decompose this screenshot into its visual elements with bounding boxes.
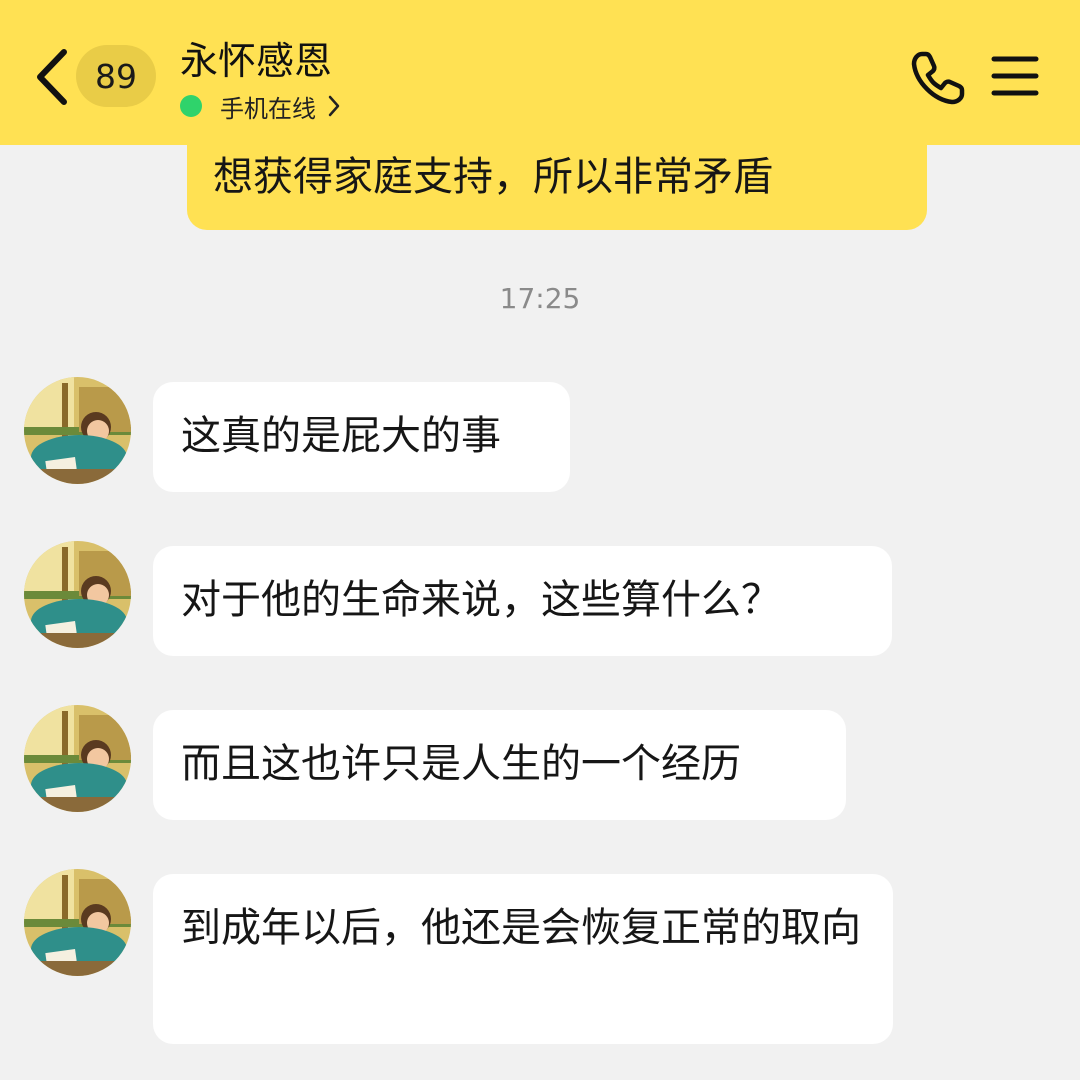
chevron-right-icon [328,95,340,117]
contact-avatar[interactable] [24,869,131,976]
incoming-message-bubble[interactable]: 对于他的生命来说，这些算什么？ [153,546,892,656]
more-menu-button[interactable] [990,54,1040,98]
message-timestamp: 17:25 [499,282,581,315]
outgoing-message-bubble[interactable]: 想获得家庭支持，所以非常矛盾 [187,145,927,230]
avatar-image [24,541,131,648]
incoming-message-bubble[interactable]: 到成年以后，他还是会恢复正常的取向 [153,874,893,1044]
contact-name[interactable]: 永怀感恩 [180,36,332,86]
back-chevron-icon [37,49,67,105]
message-text: 到成年以后，他还是会恢复正常的取向 [181,905,861,951]
message-text: 这真的是屁大的事 [181,413,501,459]
message-text: 想获得家庭支持，所以非常矛盾 [213,154,773,200]
online-dot-icon [180,95,202,117]
incoming-message-bubble[interactable]: 而且这也许只是人生的一个经历 [153,710,846,820]
message-text: 对于他的生命来说，这些算什么？ [181,577,781,623]
message-text: 而且这也许只是人生的一个经历 [181,741,741,787]
back-button[interactable] [30,44,74,110]
contact-avatar[interactable] [24,541,131,648]
contact-avatar[interactable] [24,377,131,484]
online-status[interactable]: 手机在线 [180,88,342,124]
status-label: 手机在线 [220,94,316,123]
avatar-image [24,377,131,484]
avatar-image [24,869,131,976]
unread-count-badge[interactable]: 89 [76,45,156,107]
voice-call-button[interactable] [908,48,968,108]
menu-icon [991,56,1039,96]
avatar-image [24,705,131,812]
chat-header: 89 永怀感恩 手机在线 [0,0,1080,145]
phone-icon [911,51,965,105]
contact-avatar[interactable] [24,705,131,812]
incoming-message-bubble[interactable]: 这真的是屁大的事 [153,382,570,492]
